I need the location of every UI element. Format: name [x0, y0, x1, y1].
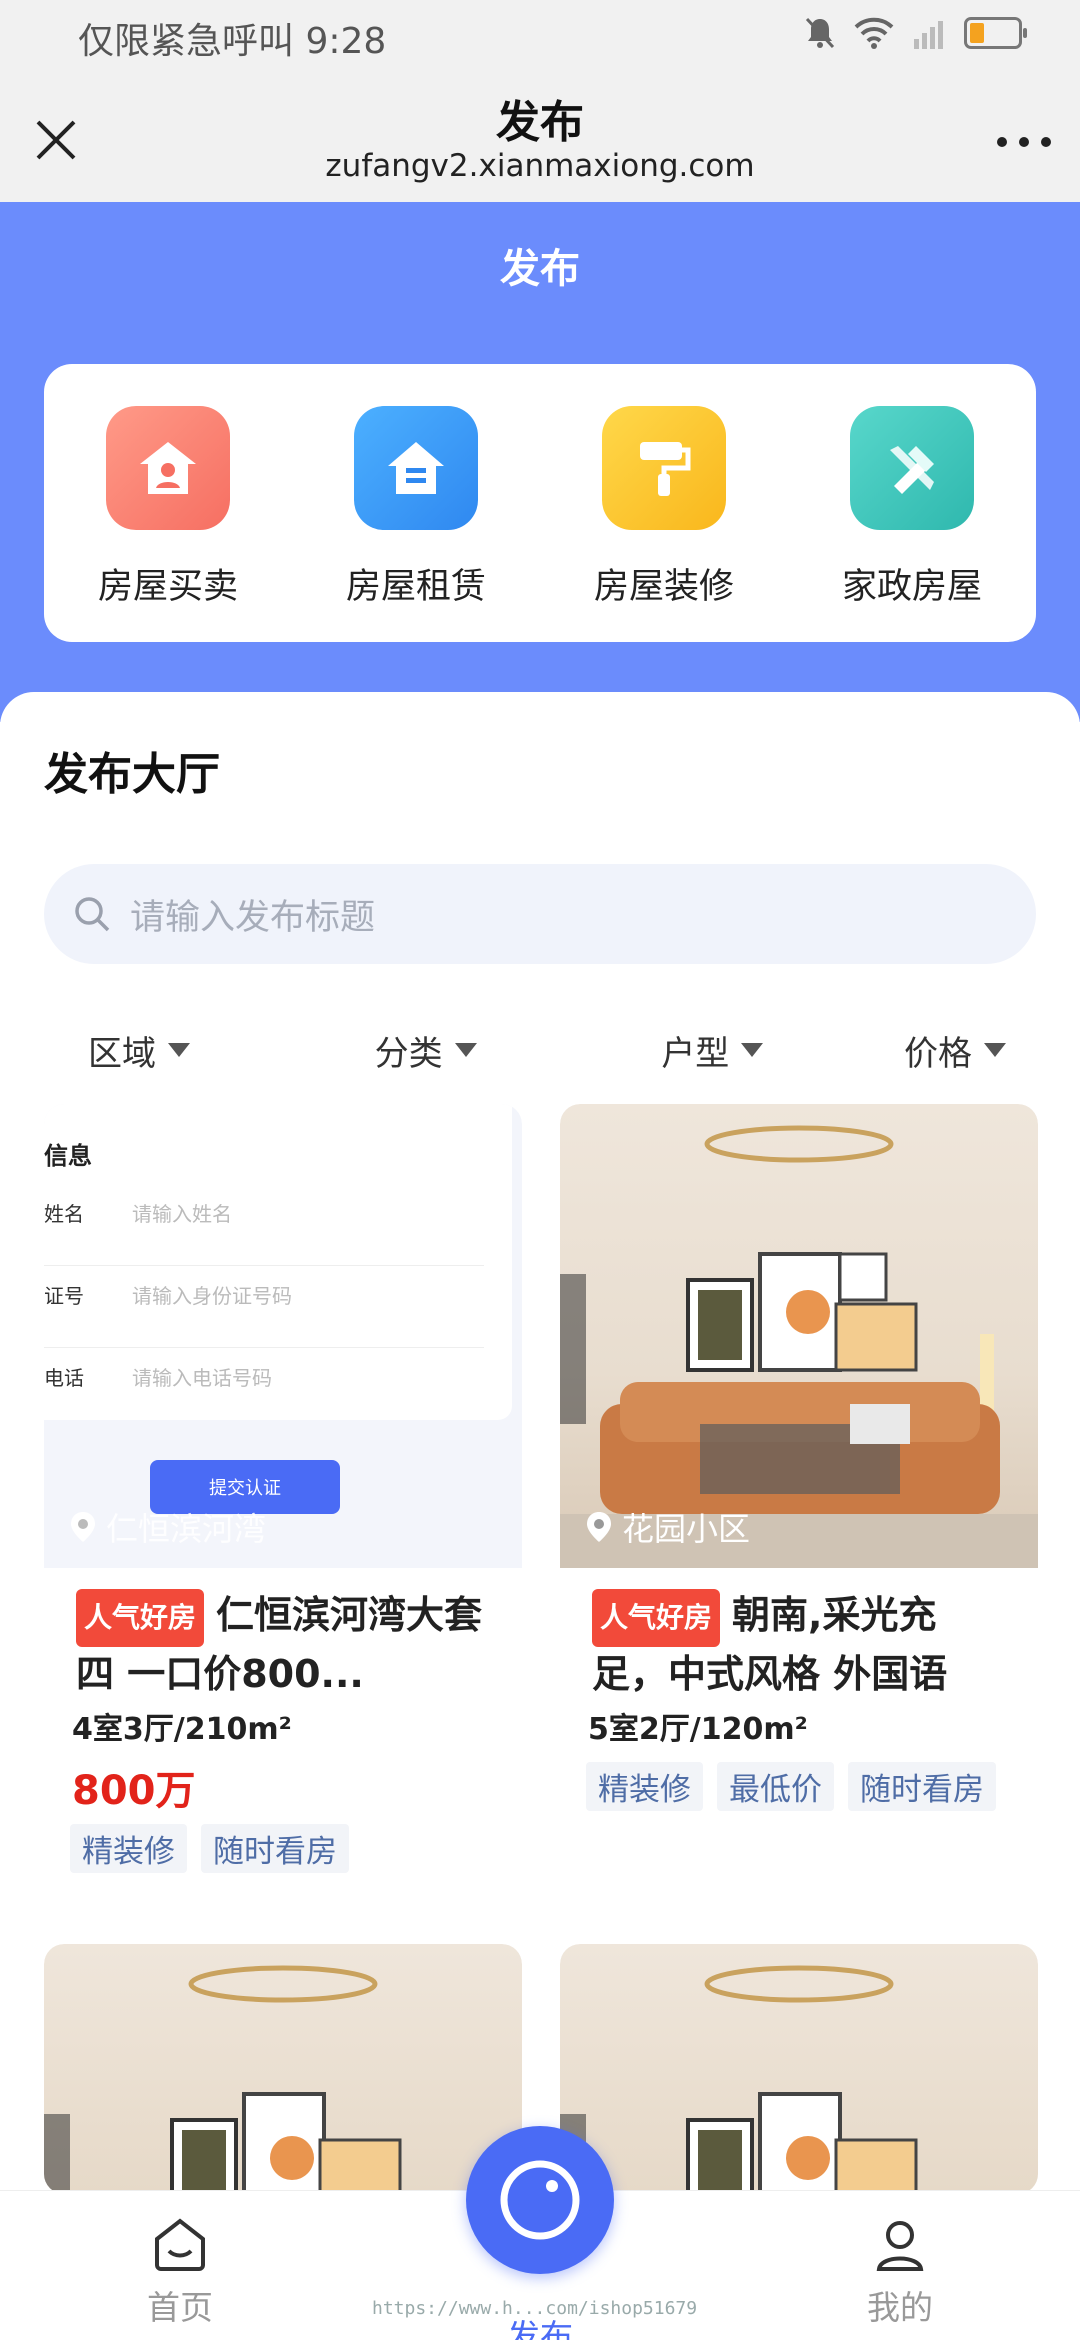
- battery-icon: [964, 17, 1027, 49]
- hot-badge: 人气好房: [592, 1588, 721, 1647]
- watermark-text: https://www.h...com/ishop51679: [372, 2298, 698, 2319]
- tools-icon: [850, 406, 974, 530]
- filter-layout[interactable]: 户型: [617, 1020, 877, 1080]
- form-label: 姓名: [44, 1202, 84, 1226]
- filter-label: 区域: [88, 1033, 156, 1074]
- location-pin-icon: [71, 1512, 95, 1542]
- filter-region[interactable]: 区域: [44, 1020, 304, 1080]
- category-label: 房屋买卖: [97, 567, 238, 607]
- hot-badge: 人气好房: [76, 1588, 205, 1647]
- category-house-rent[interactable]: 房屋租赁: [316, 406, 516, 609]
- search-placeholder: 请输入发布标题: [130, 897, 376, 938]
- filter-price[interactable]: 价格: [904, 1020, 1036, 1080]
- mute-bell-icon: [805, 17, 835, 49]
- form-label: 电话: [44, 1366, 84, 1390]
- tag: 最低价: [717, 1762, 834, 1811]
- tag: 随时看房: [201, 1824, 349, 1873]
- camera-lens-icon: [500, 2160, 580, 2240]
- status-bar: 仅限紧急呼叫 9:28: [0, 0, 1080, 72]
- category-house-renovation[interactable]: 房屋装修: [564, 406, 764, 609]
- category-label: 家政房屋: [841, 567, 982, 607]
- filter-bar: 区域 分类 户型 价格: [44, 1020, 1036, 1080]
- form-row: 姓名 请输入姓名: [44, 1184, 484, 1266]
- publish-button[interactable]: [466, 2126, 614, 2274]
- user-icon: [876, 2221, 924, 2271]
- form-preview: 信息 姓名 请输入姓名 证号 请输入身份证号码 电话 请输入电话号码: [44, 1104, 512, 1420]
- listing-price: 800万: [72, 1768, 196, 1814]
- home-icon: [155, 2218, 205, 2271]
- tab-label: 首页: [147, 2288, 213, 2327]
- page-title: 发布: [500, 246, 580, 292]
- listing-image: [44, 1944, 522, 2194]
- tab-label: 我的: [867, 2288, 933, 2327]
- tab-mine[interactable]: 我的: [800, 2215, 1000, 2329]
- carrier-text: 仅限紧急呼叫: [78, 21, 295, 62]
- filter-label: 分类: [374, 1033, 443, 1074]
- filter-category[interactable]: 分类: [331, 1020, 591, 1080]
- category-card: 房屋买卖 房屋租赁 房屋装修 家政房屋: [44, 364, 1036, 642]
- category-housekeeping[interactable]: 家政房屋: [812, 406, 1012, 609]
- location-text: 仁恒滨河湾: [106, 1510, 267, 1548]
- form-heading: 信息: [44, 1142, 92, 1170]
- tag: 随时看房: [848, 1762, 996, 1811]
- listing-card[interactable]: [560, 1944, 1038, 2194]
- wifi-icon: [854, 17, 894, 49]
- listing-spec: 5室2厅/120m²: [588, 1712, 808, 1747]
- dropdown-arrow-icon: [168, 1043, 190, 1057]
- tab-home[interactable]: 首页: [80, 2215, 280, 2329]
- house-icon: [106, 406, 230, 530]
- listing-spec: 4室3厅/210m²: [72, 1712, 292, 1747]
- listing-card[interactable]: [44, 1944, 522, 2194]
- nav-url: zufangv2.xianmaxiong.com: [325, 148, 755, 184]
- form-placeholder: 请输入身份证号码: [132, 1284, 292, 1308]
- more-icon[interactable]: [994, 130, 1054, 154]
- status-time: 9:28: [305, 21, 387, 62]
- listing-image: [560, 1944, 1038, 2194]
- section-title: 发布大厅: [44, 749, 220, 800]
- listing-tags: 精装修 最低价 随时看房: [560, 1762, 1038, 1811]
- listing-title: 人气好房 仁恒滨河湾大套四 一口价800...: [44, 1588, 522, 1696]
- status-left: 仅限紧急呼叫 9:28: [78, 12, 386, 64]
- browser-nav-bar: 发布 zufangv2.xianmaxiong.com: [0, 72, 1080, 202]
- category-label: 房屋租赁: [345, 567, 486, 607]
- form-placeholder: 请输入电话号码: [132, 1366, 272, 1390]
- listing-location: 仁恒滨河湾: [70, 1504, 266, 1550]
- dropdown-arrow-icon: [741, 1043, 764, 1057]
- tag: 精装修: [586, 1762, 703, 1811]
- form-placeholder: 请输入姓名: [132, 1202, 232, 1226]
- paint-roller-icon: [602, 406, 726, 530]
- category-house-sale[interactable]: 房屋买卖: [68, 406, 268, 609]
- form-row: 证号 请输入身份证号码: [44, 1266, 484, 1348]
- listing-title: 人气好房 朝南,采光充足，中式风格 外国语: [560, 1588, 1038, 1696]
- dropdown-arrow-icon: [983, 1043, 1006, 1057]
- dropdown-arrow-icon: [454, 1043, 477, 1057]
- form-row: 电话 请输入电话号码: [44, 1348, 484, 1420]
- signal-icon: [914, 21, 943, 49]
- living-room-image: [560, 1965, 918, 2194]
- listing-card[interactable]: 花园小区 人气好房 朝南,采光充足，中式风格 外国语 5室2厅/120m² 精装修…: [560, 1104, 1038, 1884]
- listing-tags: 精装修 随时看房: [44, 1824, 522, 1873]
- form-label: 证号: [44, 1284, 84, 1308]
- listing-image: 花园小区: [560, 1104, 1038, 1568]
- nav-title: 发布: [496, 97, 584, 148]
- category-label: 房屋装修: [593, 567, 734, 607]
- listing-card[interactable]: 信息 姓名 请输入姓名 证号 请输入身份证号码 电话 请输入电话号码 提交认证 …: [44, 1104, 522, 1884]
- search-icon: [75, 897, 110, 932]
- listing-image: 信息 姓名 请输入姓名 证号 请输入身份证号码 电话 请输入电话号码 提交认证 …: [44, 1104, 522, 1568]
- tag: 精装修: [70, 1824, 187, 1873]
- living-room-image: [44, 1965, 402, 2194]
- house-rent-icon: [354, 406, 478, 530]
- listing-location: 花园小区: [586, 1504, 750, 1550]
- location-text: 花园小区: [622, 1510, 751, 1548]
- status-icons: [804, 16, 1027, 50]
- filter-label: 户型: [661, 1033, 730, 1074]
- location-pin-icon: [587, 1512, 611, 1542]
- search-input[interactable]: 请输入发布标题: [44, 864, 1036, 964]
- filter-label: 价格: [903, 1033, 972, 1074]
- living-room-image: [560, 1125, 1038, 1568]
